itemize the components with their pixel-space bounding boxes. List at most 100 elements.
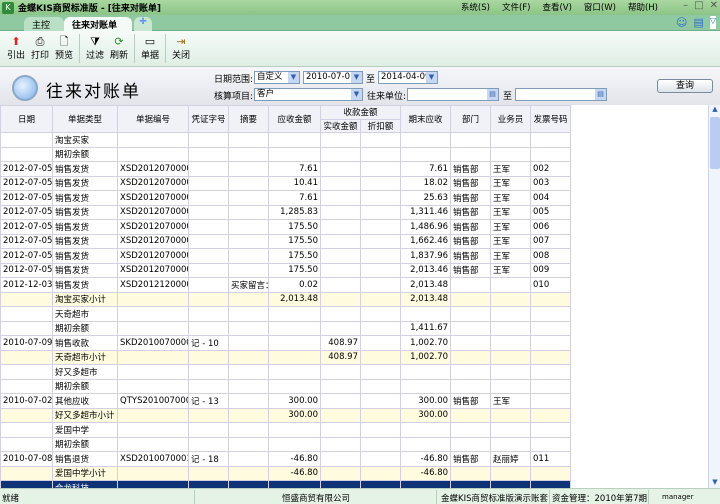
unit-from-field[interactable]: ▤ <box>407 88 499 101</box>
minimize-icon[interactable]: – <box>683 0 688 11</box>
date-range-select[interactable]: 自定义 ▼ <box>254 71 300 84</box>
col-type[interactable]: 单据类型 <box>52 105 118 133</box>
cell-summary <box>228 393 269 409</box>
table-row[interactable]: 爱国中学小计 -46.80 -46.80 <box>0 465 572 481</box>
unit-to-field[interactable]: ▤ <box>515 88 607 101</box>
smiley-icon[interactable]: ☺ <box>676 16 687 29</box>
chevron-down-icon[interactable]: ▼ <box>351 89 362 100</box>
cell-received <box>320 248 361 264</box>
cell-discount <box>359 364 402 380</box>
cell-date <box>0 480 53 488</box>
table-row[interactable]: 淘宝买家 <box>0 132 572 148</box>
cell-date: 2012-07-05 <box>0 233 53 249</box>
table-row[interactable]: 2010-07-09销售收款SKD20100700006记 - 10 408.97… <box>0 335 572 351</box>
col-ending[interactable]: 期末应收 <box>400 105 452 133</box>
table-row[interactable]: 天奇超市 <box>0 306 572 322</box>
close-button[interactable]: ⇥ 关闭 <box>169 31 193 66</box>
menu-window[interactable]: 窗口(W) <box>584 1 616 13</box>
col-summary[interactable]: 摘要 <box>228 105 269 133</box>
cell-received <box>320 393 361 409</box>
col-voucher[interactable]: 凭证字号 <box>188 105 229 133</box>
print-button[interactable]: ⎙ 打印 <box>28 31 52 66</box>
scrollbar-thumb[interactable] <box>710 117 720 169</box>
cell-voucher: 记 - 13 <box>188 393 229 409</box>
col-invoice[interactable]: 发票号码 <box>530 105 572 133</box>
lookup-icon[interactable]: ▤ <box>595 89 606 100</box>
table-row[interactable]: 2012-07-05销售发货XSD201207000017.617.61销售部王… <box>0 161 572 177</box>
date-to-field[interactable]: 2014-04-09 ▼ <box>378 71 438 84</box>
document-button[interactable]: ▭ 单据 <box>138 31 162 66</box>
refresh-button[interactable]: ⟳ 刷新 <box>107 31 131 66</box>
cell-date <box>0 407 53 423</box>
chevron-down-icon[interactable]: ▼ <box>351 72 362 83</box>
tab-label: 往来对账单 <box>72 21 118 31</box>
table-row[interactable]: 合龙科技 <box>0 480 572 488</box>
col-no[interactable]: 单据编号 <box>117 105 189 133</box>
cell-date: 2012-07-05 <box>0 204 53 220</box>
cell-type: 期初余额 <box>52 320 118 336</box>
chevron-down-icon[interactable]: ▽ <box>709 16 716 29</box>
cell-type: 其他应收 <box>52 393 118 409</box>
chevron-down-icon[interactable]: ▼ <box>288 72 299 83</box>
col-receivable[interactable]: 应收金额 <box>268 105 321 133</box>
item-select[interactable]: 客户 ▼ <box>254 88 363 101</box>
tab-statement[interactable]: 往来对账单 ✕ <box>64 17 132 41</box>
table-row[interactable]: 2012-07-05销售发货XSD20120700002 10.41 18.02销售… <box>0 175 572 191</box>
menu-view[interactable]: 查看(V) <box>542 1 571 13</box>
tab-main-console[interactable]: 主控台 <box>24 17 64 44</box>
table-row[interactable]: 2012-07-05销售发货XSD20120700007 175.50 1,837.… <box>0 248 572 264</box>
scroll-up-icon[interactable]: ▲ <box>709 105 720 115</box>
table-row[interactable]: 2012-07-05销售发货XSD20120700004 1,285.83 1,31… <box>0 204 572 220</box>
table-row[interactable]: 2012-07-05销售发货XSD20120700006 175.50 1,662.… <box>0 233 572 249</box>
cell-invoice <box>530 146 572 162</box>
vertical-scrollbar[interactable]: ▲ ▼ <box>708 105 720 488</box>
cell-staff: 王军 <box>490 204 532 220</box>
col-dept[interactable]: 部门 <box>450 105 492 133</box>
table-row[interactable]: 2012-07-05销售发货XSD20120700008 175.50 2,013.… <box>0 262 572 278</box>
table-row[interactable]: 天奇超市小计 408.97 1,002.70 <box>0 349 572 365</box>
cell-received <box>320 306 361 322</box>
table-row[interactable]: 2012-07-05销售发货XSD20120700003 7.61 25.63销售部… <box>0 190 572 206</box>
date-from-field[interactable]: 2010-07-01 ▼ <box>303 71 363 84</box>
cell-no: XSD20120700006 <box>117 233 189 249</box>
table-row[interactable]: 淘宝买家小计 2,013.48 2,013.48 <box>0 291 572 307</box>
menu-system[interactable]: 系统(S) <box>461 1 490 13</box>
status-company: 恒盛商贸有限公司 <box>282 494 351 504</box>
cell-no: XSD20121200001 <box>117 277 189 293</box>
message-icon[interactable]: ▤ <box>693 16 703 29</box>
cell-discount <box>359 262 402 278</box>
close-window-icon[interactable]: ✕ <box>710 0 718 11</box>
cell-invoice: 008 <box>530 248 572 264</box>
table-row[interactable]: 2012-07-05销售发货XSD20120700005 175.50 1,486.… <box>0 219 572 235</box>
menu-file[interactable]: 文件(F) <box>502 1 531 13</box>
table-row[interactable]: 2010-07-08销售退货XSD20100700014记 - 18 -46.80… <box>0 451 572 467</box>
chevron-down-icon[interactable]: ▼ <box>426 72 437 83</box>
query-button[interactable]: 查询 <box>657 79 713 93</box>
menu-help[interactable]: 帮助(H) <box>628 1 658 13</box>
table-row[interactable]: 期初余额 <box>0 436 572 452</box>
lookup-icon[interactable]: ▤ <box>487 89 498 100</box>
table-row[interactable]: 期初余额 <box>0 378 572 394</box>
cell-date <box>0 349 53 365</box>
table-row[interactable]: 好又多超市 <box>0 364 572 380</box>
col-date[interactable]: 日期 <box>0 105 53 133</box>
table-row[interactable]: 2012-12-03销售发货XSD20121200001 买家留言：0.02 2,0… <box>0 277 572 293</box>
col-received[interactable]: 实收金额 <box>320 118 361 133</box>
filter-button[interactable]: ⧩ 过滤 <box>83 31 107 66</box>
col-discount[interactable]: 折扣额 <box>359 118 402 133</box>
cell-invoice <box>530 378 572 394</box>
cell-discount <box>359 393 402 409</box>
col-staff[interactable]: 业务员 <box>490 105 532 133</box>
export-button[interactable]: ⬆ 引出 <box>4 31 28 66</box>
table-row[interactable]: 好又多超市小计 300.00 300.00 <box>0 407 572 423</box>
table-row[interactable]: 期初余额 1,411.67 <box>0 320 572 336</box>
cell-summary <box>228 248 269 264</box>
table-row[interactable]: 2010-07-02其他应收QTYS20100700004记 - 13 300.0… <box>0 393 572 409</box>
table-row[interactable]: 期初余额 <box>0 146 572 162</box>
cell-voucher <box>188 146 229 162</box>
add-tab-icon[interactable]: ✚ <box>134 17 152 31</box>
scroll-down-icon[interactable]: ▼ <box>709 478 720 488</box>
maximize-icon[interactable]: □ <box>694 0 703 11</box>
table-row[interactable]: 爱国中学 <box>0 422 572 438</box>
preview-button[interactable]: 🗋 预览 <box>52 31 76 66</box>
